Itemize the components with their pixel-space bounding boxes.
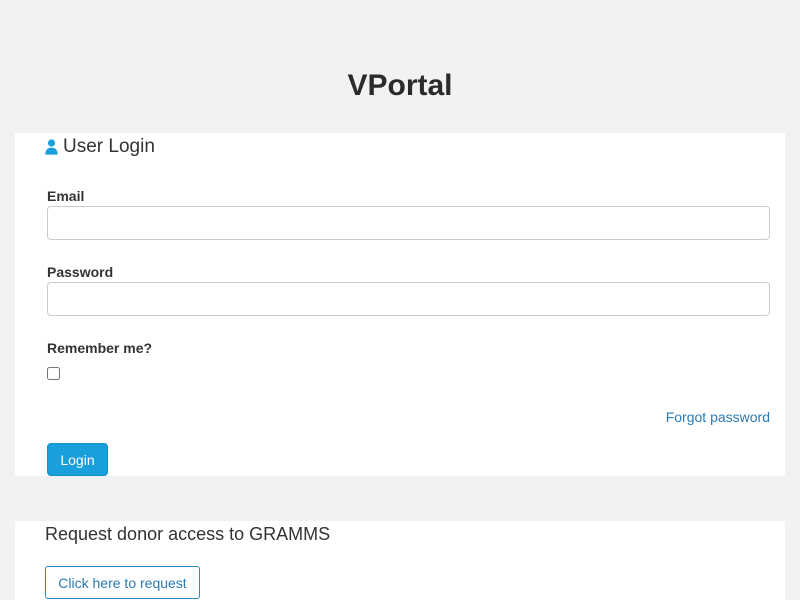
email-field[interactable] [47,206,770,240]
user-icon [45,139,58,155]
password-field[interactable] [47,282,770,316]
request-access-panel: Request donor access to GRAMMS Click her… [15,521,785,600]
login-page: VPortal User Login Email Password Rememb… [0,0,800,600]
email-label: Email [47,188,85,204]
login-panel-heading: User Login [45,135,155,159]
app-title: VPortal [347,69,453,102]
password-label: Password [47,264,114,280]
request-access-button[interactable]: Click here to request [45,566,200,599]
remember-me-label: Remember me? [47,340,153,356]
login-button[interactable]: Login [47,443,108,476]
login-panel-title: User Login [63,136,155,157]
login-panel: User Login Email Password Remember me? F… [15,133,785,476]
forgot-password-link[interactable]: Forgot password [666,408,770,426]
remember-me-checkbox[interactable] [47,367,60,380]
request-access-heading: Request donor access to GRAMMS [45,524,331,544]
